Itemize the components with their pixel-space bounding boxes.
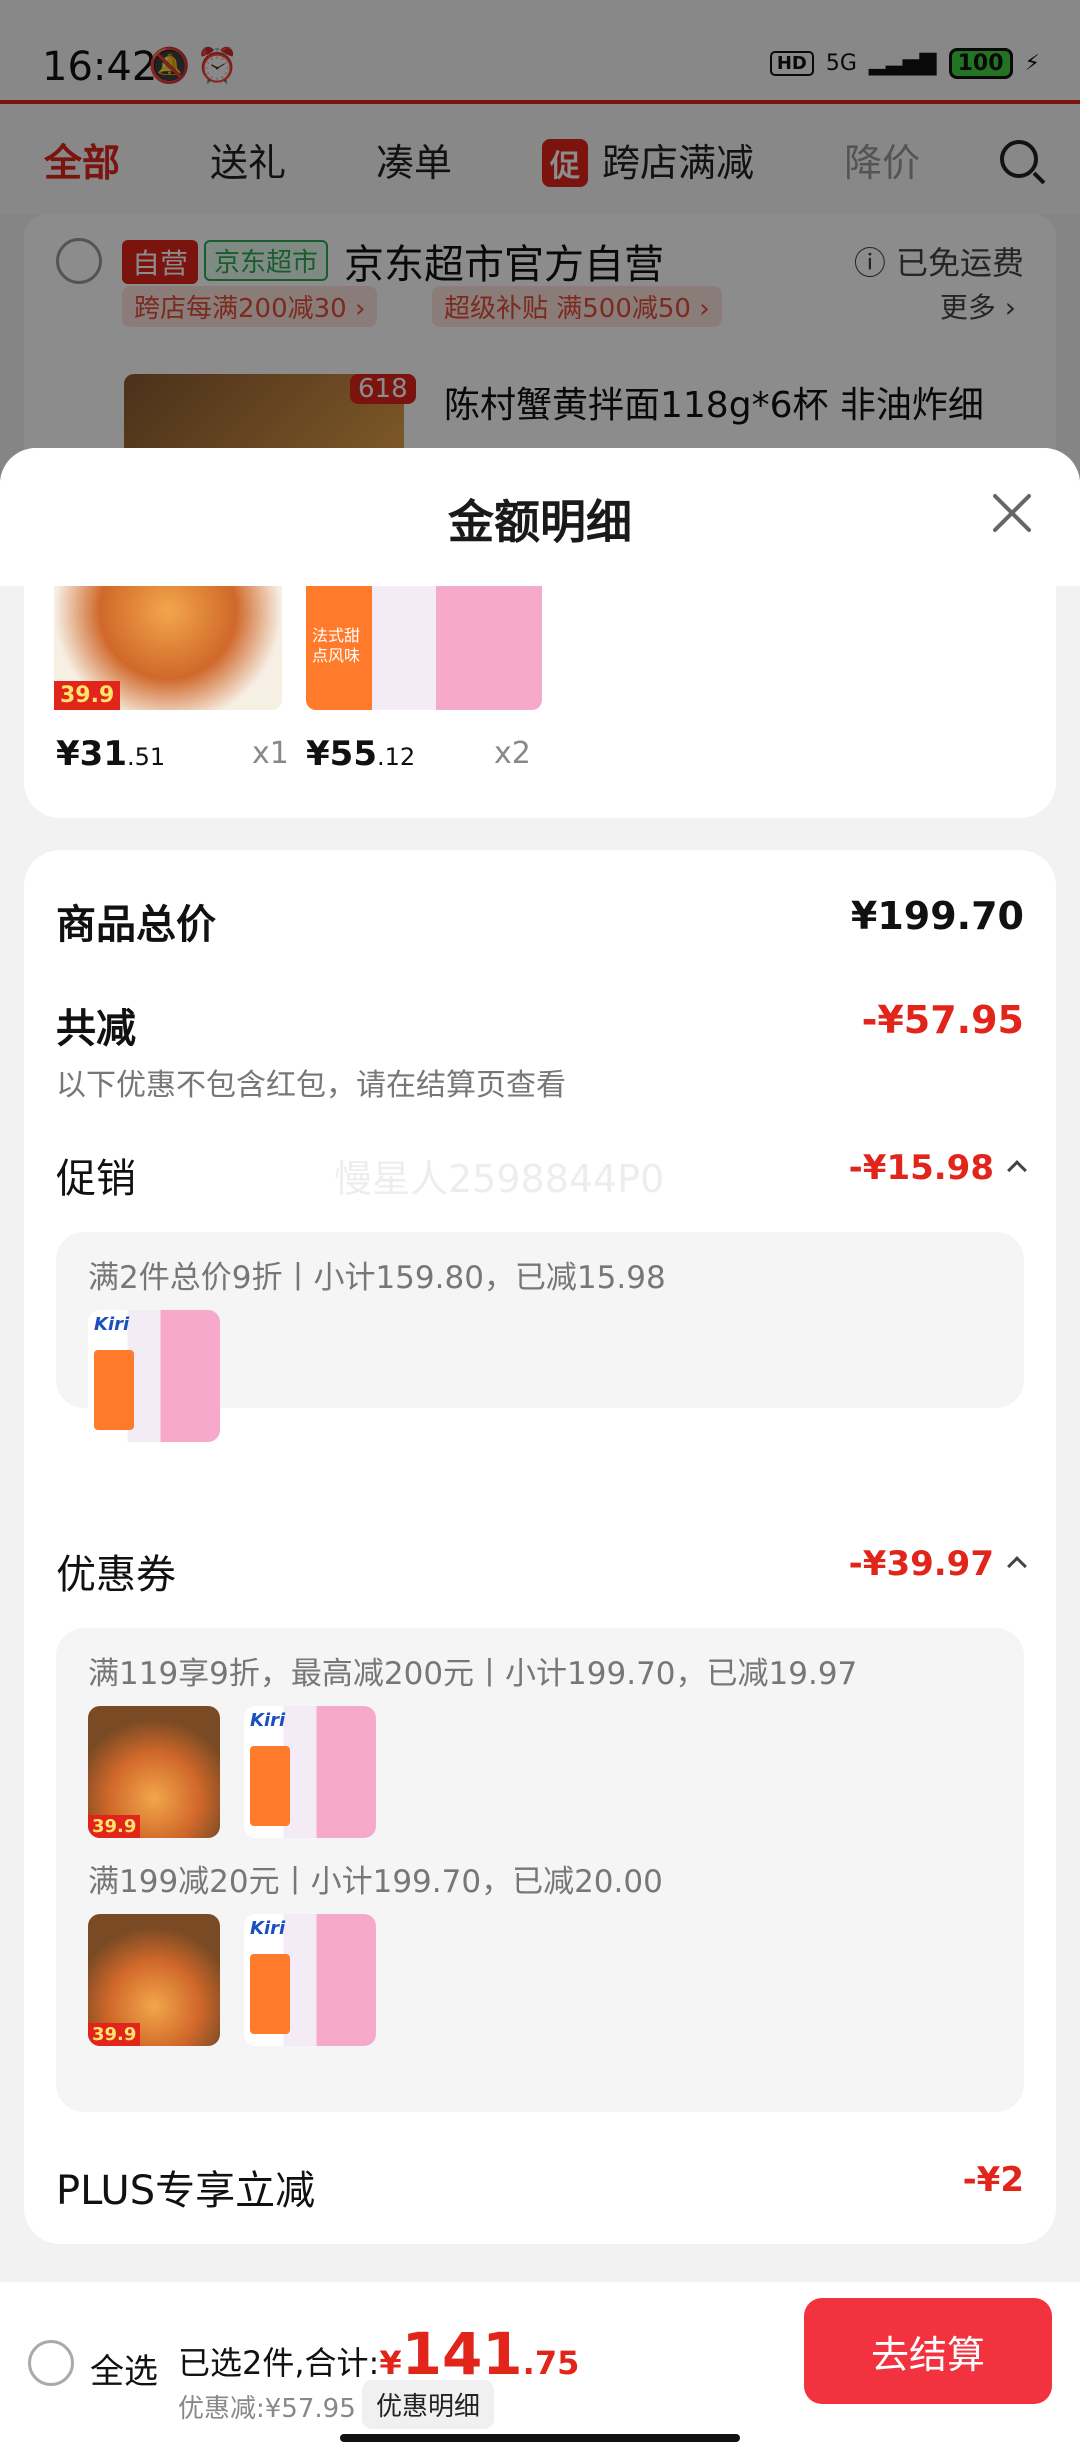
coupon-label: 优惠券 [56, 1552, 176, 1598]
coupon-rule-1: 满119享9折，最高减200元丨小计199.70，已减19.97 [88, 1656, 858, 1692]
promo-kiri-thumbnail[interactable]: Kiri [88, 1310, 220, 1442]
goods-item-noodle[interactable]: 39.9 [54, 586, 282, 710]
chevron-up-icon [1007, 1159, 1027, 1180]
goods-item-kiri[interactable]: 法式甜点风味 [306, 586, 542, 710]
kiri-thumbnail: 法式甜点风味 [306, 586, 542, 710]
goods-card: 39.9 ¥31.51 x1 法式甜点风味 ¥55.12 x2 [24, 586, 1056, 818]
amount-detail-sheet: 金额明细 39.9 ¥31.51 x1 法式甜点风味 ¥55.12 x2 商品总… [0, 448, 1080, 2460]
total-currency: ¥ [379, 2344, 402, 2382]
summary-prefix: 已选2件,合计: [178, 2344, 380, 2382]
discount-line: 优惠减:¥57.95 [178, 2394, 356, 2424]
total-price-value: ¥199.70 [850, 894, 1024, 938]
promo-rule: 满2件总价9折丨小计159.80，已减15.98 [88, 1260, 666, 1296]
total-price-label: 商品总价 [56, 902, 216, 948]
goods-qty-2: x2 [494, 736, 531, 771]
coupon-toggle[interactable]: -¥39.97 [848, 1544, 1027, 1584]
select-all-radio[interactable] [28, 2340, 74, 2386]
watermark: 慢星人2598844P0 [334, 1157, 665, 1201]
goods-price-1: ¥31.51 [56, 734, 166, 774]
chevron-up-icon [1007, 1555, 1027, 1576]
kiri-tag: 法式甜点风味 [312, 626, 361, 665]
sheet-header: 金额明细 [0, 448, 1080, 586]
total-reduce-value: -¥57.95 [861, 998, 1024, 1042]
total-dec: .75 [522, 2344, 580, 2382]
total-int: 141 [401, 2320, 523, 2388]
goods-qty-1: x1 [252, 736, 289, 771]
summary-line: 已选2件,合计:¥141.75 [178, 2320, 579, 2388]
coupon-value: -¥39.97 [848, 1544, 994, 1584]
sheet-title: 金额明细 [448, 495, 632, 549]
goods-price-2: ¥55.12 [306, 734, 416, 774]
noodle-price-tag: 39.9 [54, 681, 121, 710]
home-indicator[interactable] [340, 2434, 740, 2442]
promo-label: 促销 [56, 1156, 136, 1202]
coupon-rule-2: 满199减20元丨小计199.70，已减20.00 [88, 1864, 663, 1900]
plus-value: -¥2 [962, 2160, 1024, 2200]
coupon2-kiri-thumbnail[interactable]: Kiri [244, 1914, 376, 2046]
coupon2-noodle-thumbnail[interactable]: 39.9 [88, 1914, 220, 2046]
promo-value: -¥15.98 [848, 1148, 994, 1188]
coupon1-noodle-thumbnail[interactable]: 39.9 [88, 1706, 220, 1838]
select-all-label[interactable]: 全选 [90, 2344, 158, 2393]
noodle-thumbnail: 39.9 [54, 586, 282, 710]
plus-label: PLUS专享立减 [56, 2168, 316, 2214]
reduce-note: 以下优惠不包含红包，请在结算页查看 [56, 1068, 566, 1103]
discount-detail-button[interactable]: 优惠明细 [362, 2380, 495, 2429]
amount-detail-card: 商品总价 ¥199.70 共减 -¥57.95 以下优惠不包含红包，请在结算页查… [24, 850, 1056, 2244]
close-icon[interactable] [986, 488, 1036, 538]
checkout-button[interactable]: 去结算 [804, 2298, 1052, 2404]
coupon1-kiri-thumbnail[interactable]: Kiri [244, 1706, 376, 1838]
promo-toggle[interactable]: -¥15.98 [848, 1148, 1027, 1188]
total-reduce-label: 共减 [56, 1006, 136, 1052]
